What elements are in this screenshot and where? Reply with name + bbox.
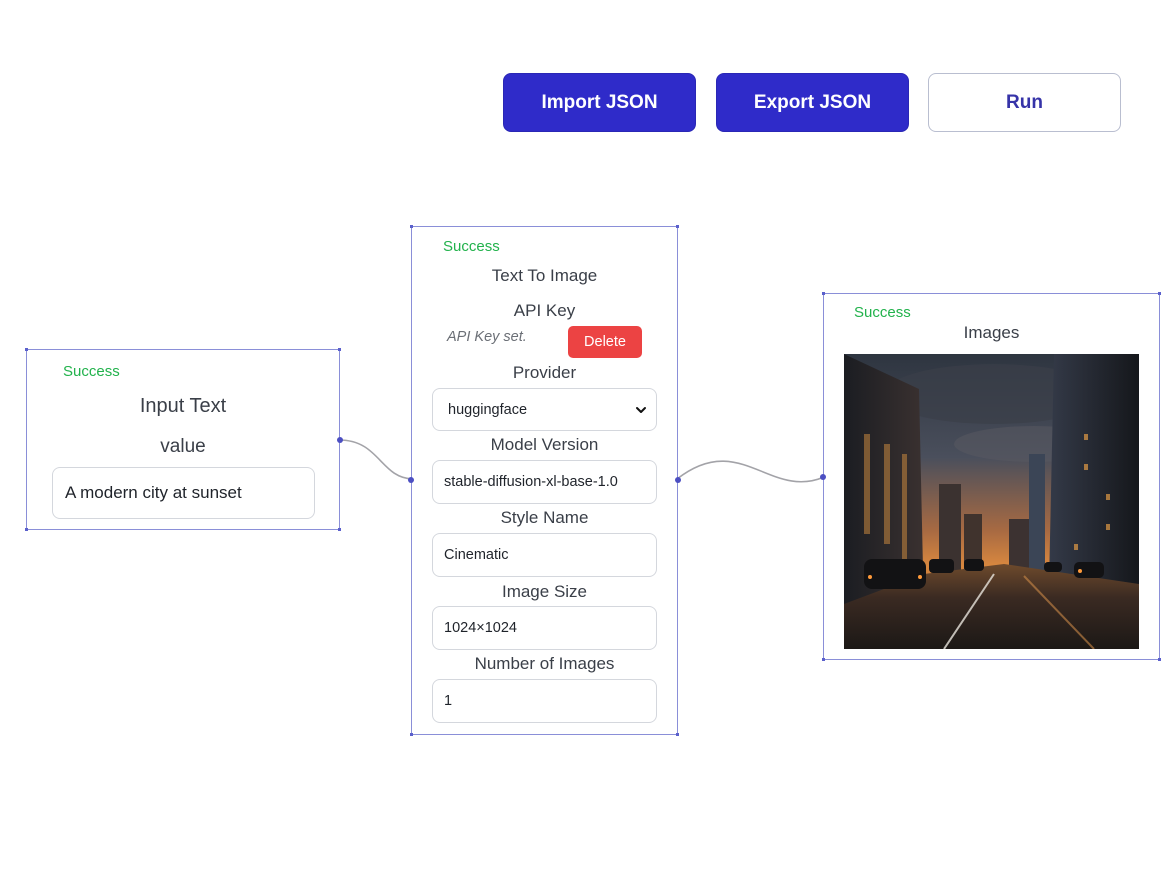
provider-label: Provider [512, 363, 577, 382]
resize-corner [25, 528, 28, 531]
node-title: Input Text [139, 395, 227, 417]
output-handle[interactable] [337, 437, 343, 443]
api-key-label: API Key [513, 301, 576, 320]
status-badge: Success [63, 363, 120, 380]
status-badge: Success [854, 304, 911, 321]
style-name-input[interactable]: Cinematic [432, 533, 657, 577]
number-of-images-input[interactable]: 1 [432, 679, 657, 723]
resize-corner [410, 225, 413, 228]
generated-image[interactable] [844, 354, 1139, 649]
resize-corner [338, 528, 341, 531]
run-button[interactable]: Run [928, 73, 1121, 132]
node-title: Images [963, 323, 1020, 342]
export-json-button[interactable]: Export JSON [716, 73, 909, 132]
resize-corner [822, 292, 825, 295]
node-text-to-image[interactable]: Success Text To Image API Key API Key se… [408, 225, 681, 736]
provider-select[interactable]: huggingface [432, 388, 657, 431]
image-size-input[interactable]: 1024×1024 [432, 606, 657, 650]
resize-corner [1158, 658, 1161, 661]
chevron-down-icon [636, 406, 646, 413]
resize-corner [25, 348, 28, 351]
model-version-input[interactable]: stable-diffusion-xl-base-1.0 [432, 460, 657, 504]
value-input[interactable]: A modern city at sunset [52, 467, 315, 519]
generated-image-artwork [844, 354, 1139, 649]
number-of-images-label: Number of Images [474, 654, 615, 673]
value-label: value [160, 436, 206, 457]
resize-corner [822, 658, 825, 661]
image-size-label: Image Size [501, 582, 588, 601]
provider-selected-value: huggingface [448, 401, 528, 418]
node-images[interactable]: Success Images [820, 292, 1161, 661]
resize-corner [338, 348, 341, 351]
node-title: Text To Image [491, 266, 598, 285]
model-version-label: Model Version [490, 435, 599, 454]
status-badge: Success [443, 238, 500, 255]
workflow-canvas[interactable]: Import JSON Export JSON Run Success Inpu… [0, 0, 1176, 881]
resize-corner [676, 733, 679, 736]
resize-corner [676, 225, 679, 228]
resize-corner [410, 733, 413, 736]
api-key-status-text: API Key set. [447, 329, 527, 345]
delete-api-key-button[interactable]: Delete [568, 326, 642, 358]
input-handle[interactable] [820, 474, 826, 480]
input-handle[interactable] [408, 477, 414, 483]
resize-corner [1158, 292, 1161, 295]
edge-text-to-image-to-images [676, 460, 825, 483]
output-handle[interactable] [675, 477, 681, 483]
node-input-text[interactable]: Success Input Text value A modern city a… [25, 348, 343, 531]
import-json-button[interactable]: Import JSON [503, 73, 696, 132]
edge-input-to-text-to-image [338, 439, 414, 480]
style-name-label: Style Name [500, 508, 589, 527]
